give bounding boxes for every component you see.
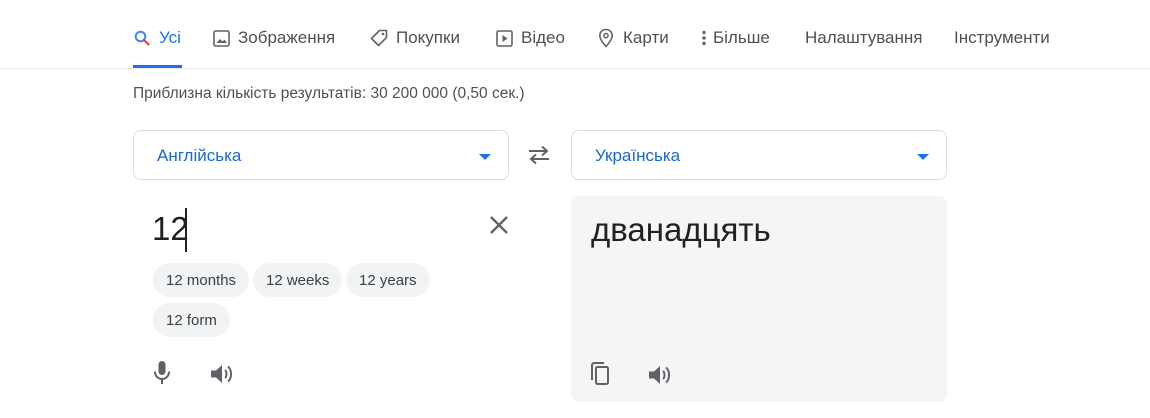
suggestion-chip[interactable]: 12 weeks [253, 263, 343, 297]
tab-label: Покупки [396, 28, 460, 47]
tab-label: Відео [521, 28, 565, 47]
tab-maps[interactable]: Карти [597, 28, 669, 68]
tab-shopping[interactable]: Покупки [370, 28, 460, 68]
target-language-select[interactable]: Українська [571, 130, 947, 180]
clear-source-button[interactable] [485, 211, 513, 239]
search-icon [133, 28, 151, 48]
copy-icon [591, 362, 609, 385]
swap-icon [529, 145, 549, 165]
caret-down-icon [917, 154, 929, 160]
tag-icon [370, 28, 388, 48]
tab-label: Більше [713, 28, 770, 47]
target-language-label: Українська [595, 146, 681, 165]
translation-output-panel: дванадцять [571, 196, 947, 402]
tab-images[interactable]: Зображення [212, 28, 335, 68]
listen-translation-button[interactable] [644, 359, 676, 391]
tab-label: Усі [159, 28, 181, 47]
image-icon [212, 28, 230, 48]
tab-tools[interactable]: Інструменти [954, 28, 1050, 68]
tab-label: Налаштування [805, 28, 923, 47]
tab-settings[interactable]: Налаштування [805, 28, 923, 68]
suggestion-chip[interactable]: 12 years [346, 263, 430, 297]
tab-video[interactable]: Відео [495, 28, 565, 68]
search-tabs-bar: Усі Зображення Покупки Відео Карти Більш… [0, 0, 1150, 69]
caret-down-icon [479, 154, 491, 160]
play-icon [495, 28, 513, 48]
copy-translation-button[interactable] [584, 358, 616, 390]
more-vert-icon [699, 28, 709, 48]
result-stats: Приблизна кількість результатів: 30 200 … [133, 85, 525, 102]
speaker-icon [211, 365, 232, 383]
microphone-button[interactable] [146, 357, 178, 389]
source-language-select[interactable]: Англійська [133, 130, 509, 180]
tab-label: Інструменти [954, 28, 1050, 47]
microphone-icon [154, 361, 170, 384]
suggestion-chip[interactable]: 12 months [153, 263, 250, 297]
swap-languages-button[interactable] [524, 140, 554, 170]
tab-all[interactable]: Усі [133, 28, 182, 68]
translation-text: дванадцять [591, 211, 771, 248]
suggestion-chip[interactable]: 12 form [153, 303, 230, 337]
source-text-input[interactable]: 12 [152, 210, 189, 248]
listen-source-button[interactable] [206, 358, 238, 390]
source-language-label: Англійська [157, 146, 242, 165]
text-cursor [185, 208, 187, 252]
close-icon [490, 216, 508, 234]
tab-label: Карти [623, 28, 669, 47]
tab-more[interactable]: Більше [699, 28, 770, 68]
speaker-icon [649, 366, 670, 384]
map-pin-icon [597, 28, 615, 48]
tab-label: Зображення [238, 28, 336, 47]
